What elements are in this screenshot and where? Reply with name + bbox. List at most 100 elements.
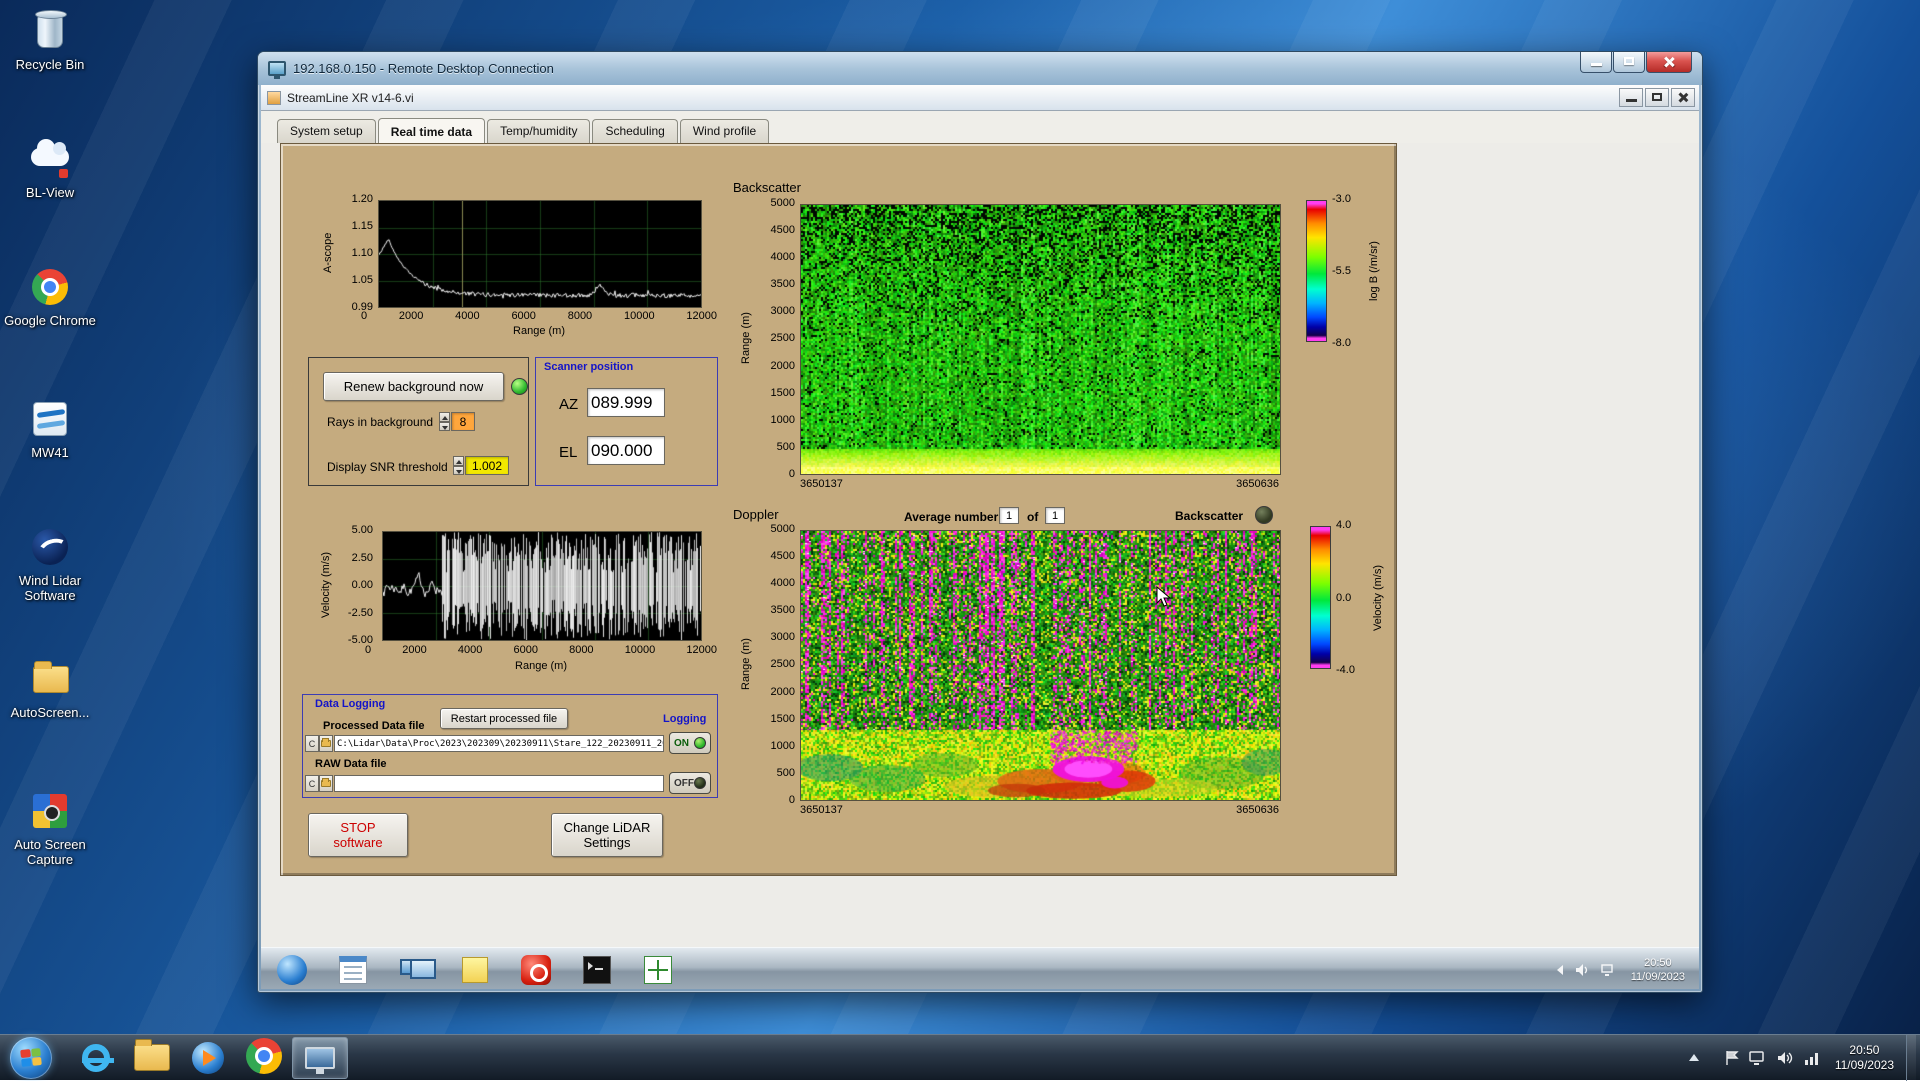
backscatter-toggle-led[interactable]	[1255, 506, 1273, 524]
rays-spinner[interactable]	[439, 412, 450, 431]
tab-wind-profile[interactable]: Wind profile	[680, 119, 769, 143]
tick-label: 10000	[624, 310, 655, 322]
tick-label: 1500	[771, 387, 795, 399]
volume-icon[interactable]	[1575, 963, 1591, 977]
clock-date: 11/09/2023	[1835, 1058, 1894, 1073]
restart-processed-file-button[interactable]: Restart processed file	[440, 708, 568, 729]
desktop-icon-google-chrome[interactable]: Google Chrome	[2, 264, 98, 328]
tab-real-time-data[interactable]: Real time data	[378, 118, 485, 144]
tick-label: 3000	[771, 631, 795, 643]
desktop-icon-recycle-bin[interactable]: Recycle Bin	[2, 8, 98, 72]
average-of-field[interactable]: 1	[1045, 507, 1065, 524]
close-button[interactable]	[1646, 52, 1692, 73]
tick-label: 0	[361, 310, 367, 322]
average-number-field[interactable]: 1	[999, 507, 1019, 524]
raw-logging-toggle[interactable]: OFF	[669, 772, 711, 794]
remote-desktop-icon	[305, 1047, 335, 1069]
vi-close-button[interactable]	[1671, 88, 1695, 107]
start-button[interactable]	[10, 1037, 52, 1079]
taskbar-explorer-button[interactable]	[124, 1037, 180, 1079]
tab-scheduling[interactable]: Scheduling	[592, 119, 677, 143]
change-lidar-settings-button[interactable]: Change LiDAR Settings	[551, 813, 663, 857]
network-icon[interactable]	[1601, 963, 1617, 977]
rays-in-background-field[interactable]: 8	[451, 412, 475, 431]
desktop-icon-wind-lidar-software[interactable]: Wind Lidar Software	[2, 524, 98, 603]
rdp-titlebar[interactable]: 192.168.0.150 - Remote Desktop Connectio…	[258, 52, 1702, 85]
processed-path-browse-icon[interactable]	[319, 735, 333, 752]
vi-titlebar[interactable]: StreamLine XR v14-6.vi	[261, 85, 1699, 111]
desktop-icon-auto-screen-capture[interactable]: Auto Screen Capture	[2, 788, 98, 867]
network-icon[interactable]	[1804, 1050, 1821, 1066]
remote-taskbar-notepad-button[interactable]	[336, 953, 370, 987]
remote-taskbar-globe-button[interactable]	[275, 953, 309, 987]
tick-label: 2000	[771, 360, 795, 372]
desktop-icon-bl-view[interactable]: BL-View	[2, 136, 98, 200]
raw-path-field[interactable]	[334, 775, 664, 792]
remote-taskbar-power-button[interactable]	[519, 953, 553, 987]
doppler-ylabel: Range (m)	[739, 530, 753, 799]
tick-label: 12000	[686, 310, 717, 322]
action-center-flag-icon[interactable]	[1725, 1050, 1739, 1066]
tick-label: 5000	[771, 523, 795, 535]
velocity-plot	[382, 531, 702, 641]
remote-taskbar-system-button[interactable]	[397, 953, 431, 987]
tick-label: 0	[365, 644, 371, 656]
maximize-button[interactable]	[1613, 52, 1645, 73]
taskbar-clock[interactable]: 20:50 11/09/2023	[1835, 1043, 1894, 1073]
stop-software-button[interactable]: STOP software	[308, 813, 408, 857]
raw-data-file-label: RAW Data file	[315, 758, 387, 770]
tick-label: 5.00	[352, 524, 373, 536]
stop-button-line1: STOP	[340, 820, 375, 835]
ascope-yticks: 1.201.151.101.050.99	[337, 193, 373, 313]
taskbar-internet-explorer-button[interactable]	[68, 1037, 124, 1079]
taskbar-media-player-button[interactable]	[180, 1037, 236, 1079]
processed-path-type-button[interactable]: C	[305, 735, 319, 752]
of-label: of	[1027, 510, 1038, 524]
vi-restore-button[interactable]	[1645, 88, 1669, 107]
tick-label: 4500	[771, 550, 795, 562]
tick-label: 6000	[513, 644, 537, 656]
tick-label: -3.0	[1332, 193, 1351, 205]
remote-taskbar-sticky-notes-button[interactable]	[458, 953, 492, 987]
snr-spinner[interactable]	[453, 456, 464, 475]
tick-label: -5.5	[1332, 265, 1351, 277]
desktop-icon-autoscreen[interactable]: AutoScreen...	[2, 656, 98, 720]
folder-icon	[27, 656, 73, 702]
toggle-on-label: ON	[674, 738, 689, 749]
backscatter-plot	[800, 204, 1281, 475]
remote-taskbar-spreadsheet-button[interactable]	[641, 953, 675, 987]
tick-label: 1000	[771, 414, 795, 426]
tick-label: 1500	[771, 713, 795, 725]
tray-show-hidden-icons[interactable]	[1689, 1054, 1699, 1061]
tick-label: 1.10	[352, 247, 373, 259]
doppler-yticks: 5000450040003500300025002000150010005000	[759, 523, 795, 806]
display-snr-threshold-field[interactable]: 1.002	[465, 456, 509, 475]
show-desktop-button[interactable]	[1906, 1035, 1916, 1081]
tick-label: 500	[777, 767, 795, 779]
renew-background-button[interactable]: Renew background now	[323, 372, 504, 401]
raw-path-type-button[interactable]: C	[305, 775, 319, 792]
tick-label: 0.00	[352, 579, 373, 591]
tick-label: 0	[789, 794, 795, 806]
raw-path-browse-icon[interactable]	[319, 775, 333, 792]
volume-icon[interactable]	[1777, 1050, 1794, 1066]
vi-minimize-button[interactable]	[1619, 88, 1643, 107]
tab-temp-humidity[interactable]: Temp/humidity	[487, 119, 590, 143]
el-field[interactable]: 090.000	[587, 436, 665, 465]
ascope-ylabel: A-scope	[321, 200, 335, 306]
tray-expand-icon[interactable]	[1555, 964, 1565, 976]
taskbar-rdp-button-active[interactable]	[292, 1037, 348, 1079]
tab-strip: System setup Real time data Temp/humidit…	[261, 111, 1699, 143]
taskbar-chrome-button[interactable]	[236, 1037, 292, 1079]
rdp-tray-icon[interactable]	[1749, 1050, 1767, 1066]
desktop-icon-mw41[interactable]: MW41	[2, 396, 98, 460]
processed-path-field[interactable]: C:\Lidar\Data\Proc\2023\202309\20230911\…	[334, 735, 664, 752]
desktop-icon-label: Google Chrome	[2, 313, 98, 328]
remote-taskbar-cmd-button[interactable]	[580, 953, 614, 987]
tab-system-setup[interactable]: System setup	[277, 119, 376, 143]
power-icon	[521, 955, 551, 985]
minimize-button[interactable]	[1580, 52, 1612, 73]
backscatter-yticks: 5000450040003500300025002000150010005000	[759, 197, 795, 480]
processed-logging-toggle[interactable]: ON	[669, 732, 711, 754]
az-field[interactable]: 089.999	[587, 388, 665, 417]
